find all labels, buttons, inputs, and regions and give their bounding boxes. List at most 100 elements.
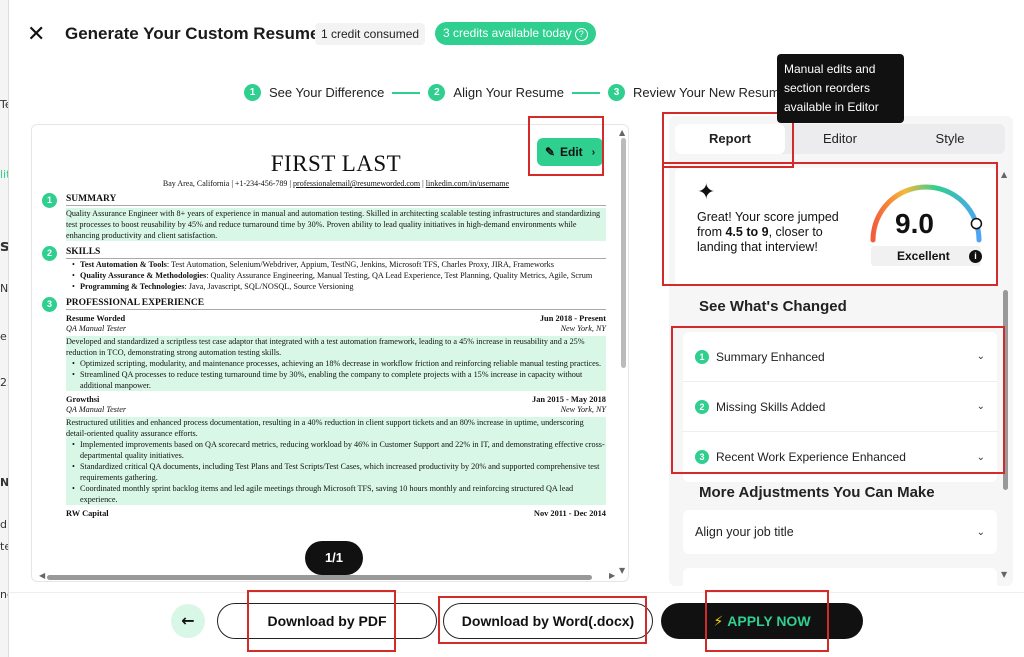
edit-button[interactable]: ✎ Edit › [537,138,603,166]
job-summary: Restructured utilities and enhanced proc… [66,417,606,439]
step-number: 2 [428,84,446,101]
close-icon[interactable]: ✕ [27,22,45,47]
score-rating: Excellent [871,246,981,266]
resume-generator-modal: ✕ Generate Your Custom Resume 1 credit c… [8,0,1024,657]
step-2[interactable]: 2 Align Your Resume [428,84,564,101]
job-subheader: QA Manual Tester New York, NY [66,405,606,415]
tab-report[interactable]: Report [675,124,785,154]
job-bullet: Optimized scripting, modularity, and mai… [66,358,606,369]
resume-linkedin: linkedin.com/in/username [425,179,510,188]
resume-preview[interactable]: FIRST LAST Bay Area, California | +1-234… [31,124,629,582]
resume-contact-plain: Bay Area, California | +1-234-456-789 | [162,179,292,188]
tab-style[interactable]: Style [895,124,1005,154]
scroll-left-icon[interactable]: ◀ [39,571,45,580]
scroll-thumb[interactable] [621,138,626,368]
chevron-down-icon: ⌄ [976,451,985,463]
change-number: 1 [695,349,709,364]
bottom-divider [9,592,1024,593]
job-bullet: Streamlined QA processes to reduce testi… [66,369,606,391]
job-header: Growthsi Jan 2015 - May 2018 [66,394,606,405]
skill-label: Test Automation & Tools [80,260,167,269]
chevron-down-icon: ⌄ [976,351,985,362]
change-number: 2 [695,399,709,414]
info-icon[interactable]: i [969,250,982,263]
report-panel: Report Editor Style ✦ Great! Your score … [669,116,1013,588]
step-number: 1 [244,84,261,101]
job-company: Resume Worded [66,314,126,323]
resume-summary-text: Quality Assurance Engineer with 8+ years… [66,208,606,241]
credits-available-text: 3 credits available today [443,26,572,40]
scroll-down-icon[interactable]: ▼ [1001,570,1007,579]
credits-available-badge: 3 credits available today? [435,22,596,45]
change-label: Summary Enhanced [716,349,825,364]
skill-label: Quality Assurance & Methodologies [80,271,207,280]
step-number: 3 [607,84,625,101]
section-marker: 3 [42,297,57,312]
credits-consumed-badge: 1 credit consumed [315,23,426,45]
scroll-up-icon[interactable]: ▲ [619,128,625,137]
help-icon[interactable]: ? [574,28,588,41]
apply-label: APPLY NOW [727,613,811,629]
panel-scrollbar[interactable]: ▲ ▼ [1001,170,1009,580]
score-message: Great! Your score jumped from 4.5 to 9, … [697,210,847,255]
score-value: 9.0 [895,208,934,239]
job-location: New York, NY [560,324,606,333]
tab-editor[interactable]: Editor [785,124,895,154]
lightning-icon: ⚡ [713,614,724,630]
section-title: PROFESSIONAL EXPERIENCE [66,298,205,308]
section-title: SKILLS [66,247,101,257]
job-role: QA Manual Tester [66,405,127,414]
resume-section-experience: 3 PROFESSIONAL EXPERIENCE [42,297,606,312]
section-marker: 2 [42,246,57,261]
changes-list: 1 Summary Enhanced ⌄ 2 Missing Skills Added… [683,332,997,482]
step-connector [571,91,600,94]
job-dates: Jan 2015 - May 2018 [532,395,606,404]
chevron-down-icon: ⌄ [976,526,985,538]
adjustments-title: More Adjustments You Can Make [699,484,935,501]
page-indicator: 1/1 [305,541,363,575]
resume-name: FIRST LAST [270,151,402,176]
adjustment-item-partial[interactable] [683,568,997,588]
job-company: Growthsi [66,395,100,404]
scroll-thumb[interactable] [1003,290,1008,490]
download-word-button[interactable]: Download by Word(.docx) [443,603,653,639]
edit-label: Edit [560,145,583,159]
scroll-up-icon[interactable]: ▲ [1001,170,1007,179]
job-subheader: QA Manual Tester New York, NY [66,324,606,334]
step-label: Review Your New Resume [632,85,787,100]
bg-fragment: N [0,282,9,295]
change-item-summary[interactable]: 1 Summary Enhanced ⌄ [683,332,997,382]
skill-label: Programming & Technologies [80,282,185,291]
resume-vertical-scrollbar[interactable]: ▲ ▼ [619,128,627,578]
step-1[interactable]: 1 See Your Difference [244,84,384,101]
apply-now-button[interactable]: ⚡ APPLY NOW [661,603,863,639]
job-dates: Jun 2018 - Present [539,314,606,323]
job-bullet: Coordinated monthly sprint backlog items… [66,483,606,505]
scroll-right-icon[interactable]: ▶ [609,571,615,580]
job-company: RW Capital [66,509,109,518]
back-button[interactable]: ← [171,604,205,638]
pencil-icon: ✎ [544,145,556,159]
step-label: See Your Difference [269,85,385,100]
chevron-right-icon: › [591,146,596,158]
scroll-down-icon[interactable]: ▼ [619,566,625,575]
skill-text: : Test Automation, Selenium/Webdriver, A… [166,260,554,269]
resume-section-skills: 2 SKILLS [42,246,606,261]
chevron-down-icon: ⌄ [976,401,985,412]
section-title: SUMMARY [66,194,117,204]
change-item-skills[interactable]: 2 Missing Skills Added ⌄ [683,382,997,432]
step-3[interactable]: 3 Review Your New Resume [607,84,787,101]
resume-contact: Bay Area, California | +1-234-456-789 | … [162,179,510,188]
download-pdf-button[interactable]: Download by PDF [217,603,437,639]
skill-item: Programming & Technologies: Java, Javasc… [66,281,606,292]
sparkle-icon: ✦ [697,180,716,205]
scroll-thumb[interactable] [47,575,592,580]
change-label: Recent Work Experience Enhanced [716,450,906,464]
gauge-knob [970,217,983,230]
job-bullet: Standardized critical QA documents, incl… [66,461,606,483]
change-item-experience[interactable]: 3 Recent Work Experience Enhanced ⌄ [683,432,997,482]
job-header: RW Capital Nov 2011 - Dec 2014 [66,508,606,519]
job-dates: Nov 2011 - Dec 2014 [533,509,606,518]
adjustment-item-job-title[interactable]: Align your job title ⌄ [683,510,997,554]
score-message-bold: 4.5 to 9 [725,225,769,239]
